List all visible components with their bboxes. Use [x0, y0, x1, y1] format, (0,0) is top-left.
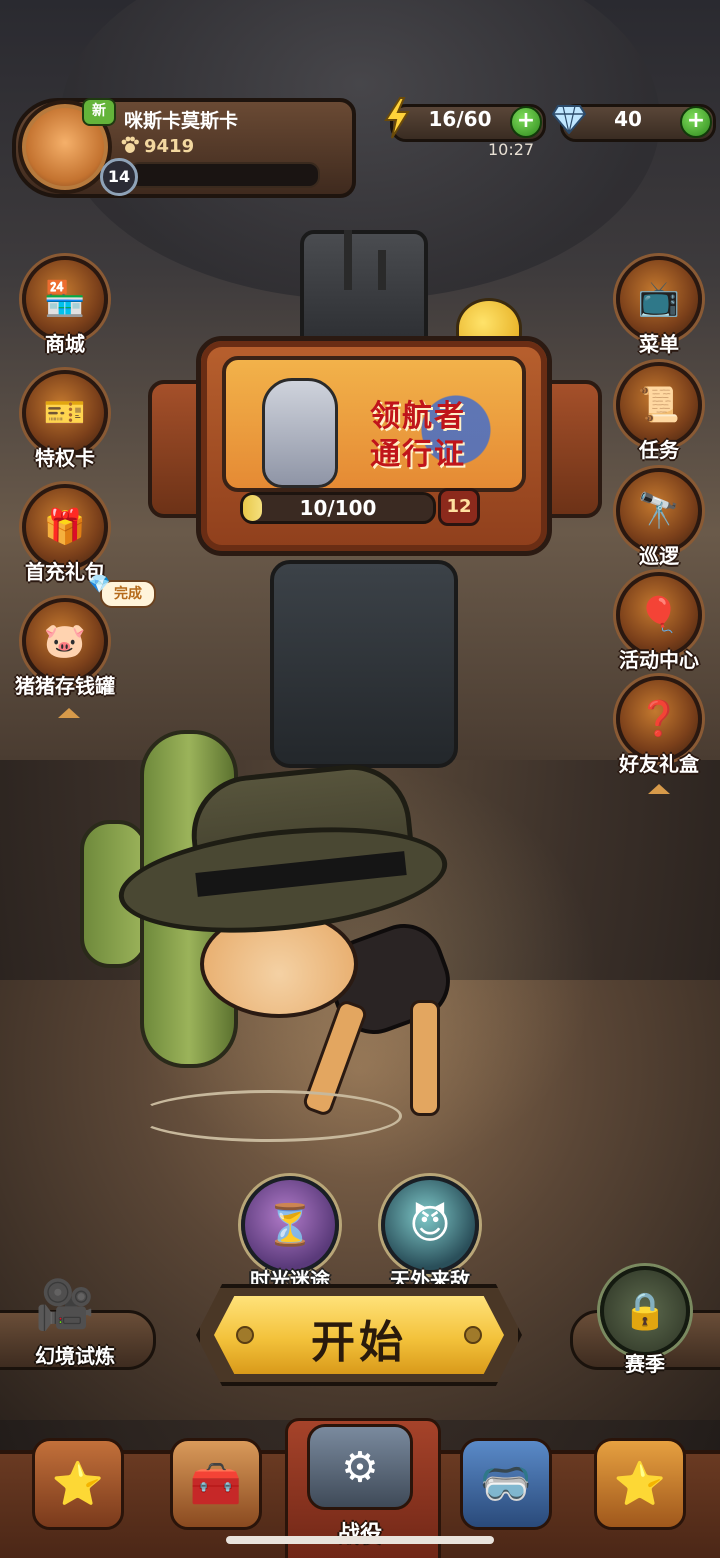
- time-maze-icon: ⏳: [241, 1176, 339, 1274]
- menu-label: 菜单: [639, 332, 679, 356]
- diamond-icon: [552, 105, 586, 134]
- shop-label: 商城: [45, 332, 85, 356]
- piggy-bank-button[interactable]: 🐷 猪猪存钱罐: [10, 598, 120, 699]
- robot-antenna: [378, 250, 386, 290]
- privilege-card-button[interactable]: 🎫 特权卡: [10, 370, 120, 471]
- add-gems-button[interactable]: +: [680, 106, 712, 138]
- treasure-chest-icon: ⭐: [32, 1438, 124, 1530]
- season-label: 赛季: [625, 1352, 665, 1376]
- goggles-bag-icon: 🥽: [460, 1438, 552, 1530]
- lock-icon: 🔒: [600, 1266, 690, 1356]
- campaign-machine-icon: ⚙: [307, 1424, 413, 1510]
- collapse-right-menu-arrow[interactable]: [648, 784, 670, 794]
- player-level: 14: [100, 158, 138, 196]
- task-button[interactable]: 📜 任务: [604, 362, 714, 463]
- start-label: 开始: [311, 1317, 407, 1368]
- player-name: 咪斯卡莫斯卡: [124, 110, 239, 132]
- battle-pass-title: 领航者 通行证: [352, 398, 484, 474]
- game-stage: 领航者 通行证 10/100 12 新 咪斯卡莫斯卡 9419 14 16/60…: [0, 0, 720, 1558]
- privilege-card-label: 特权卡: [35, 446, 95, 470]
- home-indicator[interactable]: [226, 1536, 494, 1544]
- bunny-pilot-icon: [262, 378, 338, 488]
- battle-pass-title-line2: 通行证: [370, 437, 466, 472]
- friend-gift-box-button[interactable]: ❓ 好友礼盒: [604, 676, 714, 777]
- nav-item-treasure-chest[interactable]: ⭐: [12, 1430, 144, 1558]
- star-box-icon: ⭐: [594, 1438, 686, 1530]
- energy-timer: 10:27: [488, 140, 535, 159]
- event-center-button[interactable]: 🎈 活动中心: [604, 572, 714, 673]
- nav-item-star-box[interactable]: ⭐: [574, 1430, 706, 1558]
- battle-pass-progress-text: 10/100: [299, 496, 377, 520]
- cat-character-leg: [410, 1000, 440, 1116]
- time-maze-button[interactable]: ⏳ 时光迷途: [230, 1176, 350, 1293]
- new-badge: 新: [82, 98, 116, 126]
- first-recharge-gift-button[interactable]: 🎁 首充礼包: [10, 484, 120, 585]
- collapse-left-menu-arrow[interactable]: [58, 708, 80, 718]
- battle-pass-progress-bar: 10/100: [240, 492, 436, 524]
- robot-antenna: [344, 230, 352, 290]
- patrol-label: 巡逻: [639, 544, 679, 568]
- battle-pass-title-line1: 领航者: [370, 399, 466, 434]
- alien-enemy-icon: 😈: [381, 1176, 479, 1274]
- menu-button[interactable]: 📺 菜单: [604, 256, 714, 357]
- season-button[interactable]: 🔒 赛季: [570, 1266, 720, 1386]
- battle-pass-level: 12: [438, 488, 480, 526]
- patrol-button[interactable]: 🔭 巡逻: [604, 468, 714, 569]
- start-button[interactable]: 开始: [196, 1284, 522, 1386]
- diamond-icon: 💎: [88, 574, 111, 595]
- paw-icon: [121, 136, 139, 153]
- lightning-icon: [384, 97, 410, 139]
- piggy-bank-label: 猪猪存钱罐: [15, 674, 115, 698]
- illusion-trial-button[interactable]: 🎥 幻境试炼: [0, 1276, 160, 1386]
- shop-button[interactable]: 🏪 商城: [10, 256, 120, 357]
- toolbox-icon: 🧰: [170, 1438, 262, 1530]
- energy-value: 16/60: [428, 107, 492, 131]
- event-center-label: 活动中心: [619, 648, 699, 672]
- lasso-rope: [136, 1090, 402, 1142]
- alien-enemy-button[interactable]: 😈 天外来敌: [370, 1176, 490, 1293]
- paw-coin-count: 9419: [144, 136, 195, 157]
- add-energy-button[interactable]: +: [510, 106, 542, 138]
- gem-value: 40: [614, 107, 642, 131]
- task-label: 任务: [639, 438, 679, 462]
- friend-gift-box-label: 好友礼盒: [619, 752, 699, 776]
- illusion-trial-label: 幻境试炼: [35, 1344, 115, 1368]
- experience-bar: [128, 162, 320, 188]
- film-projector-icon: 🎥: [35, 1277, 95, 1333]
- robot-body: [270, 560, 458, 768]
